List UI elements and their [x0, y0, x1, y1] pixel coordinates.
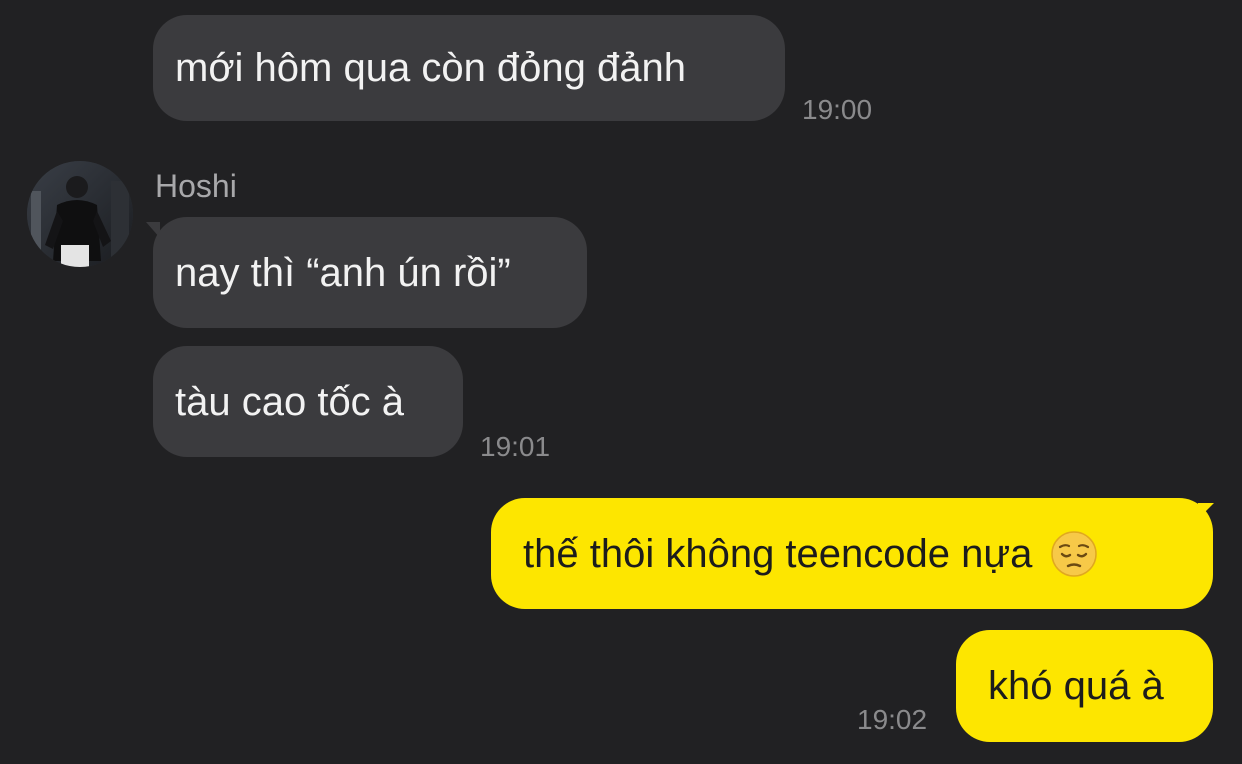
- outgoing-message-bubble[interactable]: thế thôi không teencode nựa: [491, 498, 1213, 609]
- message-text: thế thôi không teencode nựa: [523, 531, 1033, 576]
- message-timestamp: 19:01: [480, 431, 551, 462]
- bubble-tail: [1198, 503, 1214, 519]
- contact-avatar[interactable]: [27, 161, 133, 267]
- chat-thread[interactable]: mới hôm qua còn đỏng đảnh 19:00 Hoshi na…: [0, 0, 1242, 764]
- incoming-message-bubble[interactable]: tàu cao tốc à: [153, 346, 463, 457]
- pensive-face-icon: [1051, 530, 1098, 577]
- message-timestamp: 19:00: [802, 94, 873, 125]
- message-timestamp: 19:02: [857, 704, 928, 735]
- message-text: khó quá à: [988, 664, 1164, 708]
- incoming-message-bubble[interactable]: nay thì “anh ún rồi”: [153, 217, 587, 328]
- message-text: tàu cao tốc à: [175, 379, 405, 424]
- avatar-photo-icon: [27, 161, 133, 267]
- sender-name: Hoshi: [155, 168, 237, 204]
- message-text: nay thì “anh ún rồi”: [175, 250, 511, 295]
- incoming-message-bubble[interactable]: mới hôm qua còn đỏng đảnh: [153, 15, 785, 121]
- message-text: mới hôm qua còn đỏng đảnh: [175, 46, 687, 90]
- outgoing-message-bubble[interactable]: khó quá à: [956, 630, 1213, 742]
